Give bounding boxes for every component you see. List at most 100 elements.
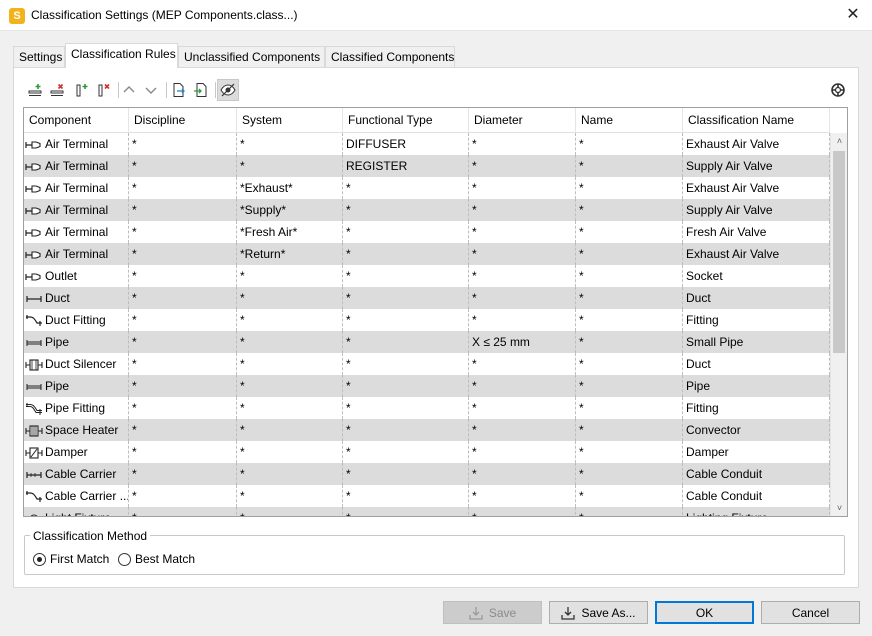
cell-name[interactable]: *	[576, 199, 683, 221]
cell-classification-name[interactable]: Fitting	[683, 309, 830, 331]
cell-component[interactable]: Pipe	[24, 331, 129, 353]
cell-classification-name[interactable]: Pipe	[683, 375, 830, 397]
column-header-system[interactable]: System	[237, 108, 343, 133]
column-header-functional-type[interactable]: Functional Type	[343, 108, 469, 133]
cell-functional-type[interactable]: *	[343, 419, 469, 441]
cell-discipline[interactable]: *	[129, 287, 237, 309]
cell-name[interactable]: *	[576, 331, 683, 353]
cell-functional-type[interactable]: *	[343, 177, 469, 199]
cell-discipline[interactable]: *	[129, 133, 237, 155]
delete-column-icon[interactable]	[92, 79, 114, 101]
cell-system[interactable]: *	[237, 441, 343, 463]
column-header-component[interactable]: Component	[24, 108, 129, 133]
cell-diameter[interactable]: *	[469, 133, 576, 155]
cell-diameter[interactable]: *	[469, 287, 576, 309]
radio-circle[interactable]	[118, 552, 131, 566]
cell-classification-name[interactable]: Duct	[683, 287, 830, 309]
cell-system[interactable]: *Return*	[237, 243, 343, 265]
column-header-name[interactable]: Name	[576, 108, 683, 133]
cell-component[interactable]: Light Fixture	[24, 507, 129, 516]
cell-diameter[interactable]: X ≤ 25 mm	[469, 331, 576, 353]
rules-grid[interactable]: Component Discipline System Functional T…	[23, 107, 848, 517]
cell-name[interactable]: *	[576, 265, 683, 287]
cell-component[interactable]: Cable Carrier ...	[24, 485, 129, 507]
cell-name[interactable]: *	[576, 243, 683, 265]
cell-component[interactable]: Air Terminal	[24, 243, 129, 265]
table-row[interactable]: Duct * * * * * Duct	[24, 287, 830, 309]
cell-classification-name[interactable]: Lighting Fixture	[683, 507, 830, 516]
cell-system[interactable]: *	[237, 133, 343, 155]
cell-system[interactable]: *	[237, 463, 343, 485]
cell-classification-name[interactable]: Cable Conduit	[683, 485, 830, 507]
cell-name[interactable]: *	[576, 463, 683, 485]
cell-classification-name[interactable]: Supply Air Valve	[683, 199, 830, 221]
cell-discipline[interactable]: *	[129, 507, 237, 516]
cell-system[interactable]: *	[237, 419, 343, 441]
table-row[interactable]: Space Heater * * * * * Convector	[24, 419, 830, 441]
cell-system[interactable]: *	[237, 287, 343, 309]
cell-classification-name[interactable]: Exhaust Air Valve	[683, 243, 830, 265]
cell-classification-name[interactable]: Exhaust Air Valve	[683, 133, 830, 155]
vertical-scrollbar[interactable]: ˄ ˅	[830, 133, 847, 516]
cell-discipline[interactable]: *	[129, 353, 237, 375]
table-row[interactable]: Air Terminal * * DIFFUSER * * Exhaust Air Valv…	[24, 133, 830, 155]
cell-discipline[interactable]: *	[129, 419, 237, 441]
cell-classification-name[interactable]: Fitting	[683, 397, 830, 419]
cell-name[interactable]: *	[576, 507, 683, 516]
delete-row-icon[interactable]	[46, 79, 68, 101]
cell-system[interactable]: *	[237, 309, 343, 331]
cancel-button[interactable]: Cancel	[761, 601, 860, 624]
cell-diameter[interactable]: *	[469, 419, 576, 441]
cell-component[interactable]: Pipe	[24, 375, 129, 397]
import-icon[interactable]	[190, 79, 212, 101]
table-row[interactable]: Outlet * * * * * Socket	[24, 265, 830, 287]
column-header-discipline[interactable]: Discipline	[129, 108, 237, 133]
cell-functional-type[interactable]: *	[343, 199, 469, 221]
cell-discipline[interactable]: *	[129, 441, 237, 463]
cell-component[interactable]: Air Terminal	[24, 155, 129, 177]
cell-discipline[interactable]: *	[129, 221, 237, 243]
cell-diameter[interactable]: *	[469, 243, 576, 265]
cell-name[interactable]: *	[576, 397, 683, 419]
cell-system[interactable]: *Fresh Air*	[237, 221, 343, 243]
cell-classification-name[interactable]: Damper	[683, 441, 830, 463]
cell-diameter[interactable]: *	[469, 199, 576, 221]
scroll-down-icon[interactable]: ˅	[831, 500, 847, 516]
cell-discipline[interactable]: *	[129, 375, 237, 397]
table-row[interactable]: Pipe * * * X ≤ 25 mm * Small Pipe	[24, 331, 830, 353]
table-row[interactable]: Pipe Fitting * * * * * Fitting	[24, 397, 830, 419]
cell-component[interactable]: Outlet	[24, 265, 129, 287]
table-row[interactable]: Light Fixture*****Lighting Fixture	[24, 507, 830, 516]
cell-name[interactable]: *	[576, 353, 683, 375]
cell-component[interactable]: Space Heater	[24, 419, 129, 441]
cell-system[interactable]: *	[237, 485, 343, 507]
cell-diameter[interactable]: *	[469, 309, 576, 331]
cell-name[interactable]: *	[576, 177, 683, 199]
cell-diameter[interactable]: *	[469, 397, 576, 419]
ok-button[interactable]: OK	[655, 601, 754, 624]
cell-functional-type[interactable]: *	[343, 441, 469, 463]
cell-diameter[interactable]: *	[469, 155, 576, 177]
cell-functional-type[interactable]: *	[343, 397, 469, 419]
cell-component[interactable]: Cable Carrier	[24, 463, 129, 485]
scroll-up-icon[interactable]: ˄	[831, 133, 847, 150]
tab-unclassified-components[interactable]: Unclassified Components	[178, 46, 325, 67]
move-down-icon[interactable]	[140, 79, 162, 101]
cell-classification-name[interactable]: Supply Air Valve	[683, 155, 830, 177]
cell-diameter[interactable]: *	[469, 463, 576, 485]
table-row[interactable]: Cable Carrier ... * * * * * Cable Conduit	[24, 485, 830, 507]
table-row[interactable]: Pipe * * * * * Pipe	[24, 375, 830, 397]
table-row[interactable]: Air Terminal * *Exhaust* * * * Exhaust Air Val…	[24, 177, 830, 199]
cell-discipline[interactable]: *	[129, 397, 237, 419]
cell-classification-name[interactable]: Duct	[683, 353, 830, 375]
toggle-visibility-icon[interactable]	[217, 79, 239, 101]
cell-functional-type[interactable]: *	[343, 507, 469, 516]
radio-label[interactable]: Best Match	[135, 552, 195, 566]
cell-diameter[interactable]: *	[469, 485, 576, 507]
column-header-classification-name[interactable]: Classification Name	[683, 108, 830, 133]
cell-name[interactable]: *	[576, 133, 683, 155]
cell-component[interactable]: Air Terminal	[24, 177, 129, 199]
cell-discipline[interactable]: *	[129, 199, 237, 221]
cell-component[interactable]: Duct Fitting	[24, 309, 129, 331]
cell-component[interactable]: Air Terminal	[24, 199, 129, 221]
